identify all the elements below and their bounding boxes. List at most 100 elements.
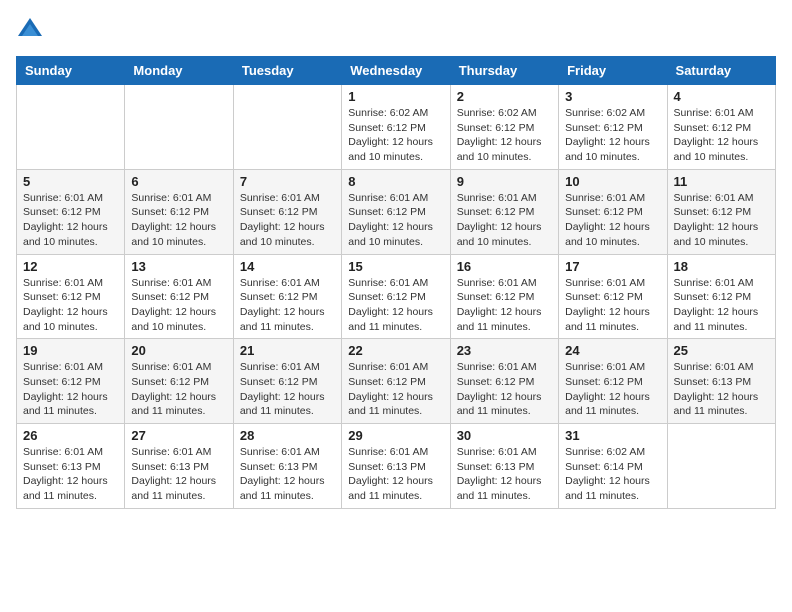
day-number: 5 (23, 174, 118, 189)
day-info: Sunrise: 6:01 AM Sunset: 6:12 PM Dayligh… (457, 191, 552, 250)
calendar-cell: 7Sunrise: 6:01 AM Sunset: 6:12 PM Daylig… (233, 169, 341, 254)
day-info: Sunrise: 6:01 AM Sunset: 6:12 PM Dayligh… (240, 191, 335, 250)
day-info: Sunrise: 6:01 AM Sunset: 6:13 PM Dayligh… (131, 445, 226, 504)
day-number: 29 (348, 428, 443, 443)
day-info: Sunrise: 6:01 AM Sunset: 6:13 PM Dayligh… (674, 360, 769, 419)
calendar-cell: 27 Sunrise: 6:01 AM Sunset: 6:13 PM Dayli… (125, 424, 233, 509)
weekday-header-sunday: Sunday (17, 57, 125, 85)
day-info: Sunrise: 6:01 AM Sunset: 6:13 PM Dayligh… (457, 445, 552, 504)
day-number: 6 (131, 174, 226, 189)
day-info: Sunrise: 6:02 AM Sunset: 6:14 PM Dayligh… (565, 445, 660, 504)
calendar-cell: 16 Sunrise: 6:01 AM Sunset: 6:12 PM Dayli… (450, 254, 558, 339)
calendar-cell: 23 Sunrise: 6:01 AM Sunset: 6:12 PM Dayli… (450, 339, 558, 424)
calendar-cell: 13 Sunrise: 6:01 AM Sunset: 6:12 PM Dayli… (125, 254, 233, 339)
week-row-5: 26 Sunrise: 6:01 AM Sunset: 6:13 PM Dayli… (17, 424, 776, 509)
day-number: 20 (131, 343, 226, 358)
day-info: Sunrise: 6:01 AM Sunset: 6:12 PM Dayligh… (240, 360, 335, 419)
day-number: 28 (240, 428, 335, 443)
calendar-cell: 8 Sunrise: 6:01 AM Sunset: 6:12 PM Daylig… (342, 169, 450, 254)
day-info: Sunrise: 6:01 AM Sunset: 6:12 PM Dayligh… (457, 276, 552, 335)
day-number: 11 (674, 174, 769, 189)
calendar-cell: 3 Sunrise: 6:02 AM Sunset: 6:12 PM Daylig… (559, 85, 667, 170)
calendar-cell: 6 Sunrise: 6:01 AM Sunset: 6:12 PM Daylig… (125, 169, 233, 254)
day-info: Sunrise: 6:01 AM Sunset: 6:12 PM Dayligh… (131, 191, 226, 250)
day-number: 1 (348, 89, 443, 104)
day-info: Sunrise: 6:01 AM Sunset: 6:12 PM Dayligh… (565, 191, 660, 250)
page-header (16, 16, 776, 46)
day-number: 24 (565, 343, 660, 358)
calendar-cell: 1 Sunrise: 6:02 AM Sunset: 6:12 PM Daylig… (342, 85, 450, 170)
day-info: Sunrise: 6:01 AM Sunset: 6:12 PM Dayligh… (348, 191, 443, 250)
day-info: Sunrise: 6:01 AM Sunset: 6:12 PM Dayligh… (131, 276, 226, 335)
day-info: Sunrise: 6:01 AM Sunset: 6:12 PM Dayligh… (565, 360, 660, 419)
calendar-cell (233, 85, 341, 170)
week-row-1: 1 Sunrise: 6:02 AM Sunset: 6:12 PM Daylig… (17, 85, 776, 170)
weekday-header-monday: Monday (125, 57, 233, 85)
calendar-cell: 22 Sunrise: 6:01 AM Sunset: 6:12 PM Dayli… (342, 339, 450, 424)
calendar-cell: 12 Sunrise: 6:01 AM Sunset: 6:12 PM Dayli… (17, 254, 125, 339)
day-number: 18 (674, 259, 769, 274)
day-number: 27 (131, 428, 226, 443)
calendar-cell: 9 Sunrise: 6:01 AM Sunset: 6:12 PM Daylig… (450, 169, 558, 254)
calendar-cell: 14 Sunrise: 6:01 AM Sunset: 6:12 PM Dayli… (233, 254, 341, 339)
calendar-cell: 26 Sunrise: 6:01 AM Sunset: 6:13 PM Dayli… (17, 424, 125, 509)
calendar-cell (17, 85, 125, 170)
calendar-cell: 24 Sunrise: 6:01 AM Sunset: 6:12 PM Dayli… (559, 339, 667, 424)
day-info: Sunrise: 6:01 AM Sunset: 6:12 PM Dayligh… (674, 106, 769, 165)
logo-icon (16, 16, 44, 44)
week-row-2: 5 Sunrise: 6:01 AM Sunset: 6:12 PM Daylig… (17, 169, 776, 254)
day-number: 3 (565, 89, 660, 104)
day-info: Sunrise: 6:01 AM Sunset: 6:12 PM Dayligh… (348, 360, 443, 419)
day-number: 2 (457, 89, 552, 104)
calendar-cell: 28 Sunrise: 6:01 AM Sunset: 6:13 PM Dayli… (233, 424, 341, 509)
calendar-cell: 29Sunrise: 6:01 AM Sunset: 6:13 PM Dayli… (342, 424, 450, 509)
day-number: 21 (240, 343, 335, 358)
day-number: 15 (348, 259, 443, 274)
day-info: Sunrise: 6:01 AM Sunset: 6:12 PM Dayligh… (674, 276, 769, 335)
day-number: 10 (565, 174, 660, 189)
day-number: 25 (674, 343, 769, 358)
day-info: Sunrise: 6:02 AM Sunset: 6:12 PM Dayligh… (457, 106, 552, 165)
day-number: 17 (565, 259, 660, 274)
calendar-cell: 2 Sunrise: 6:02 AM Sunset: 6:12 PM Daylig… (450, 85, 558, 170)
week-row-4: 19 Sunrise: 6:01 AM Sunset: 6:12 PM Dayli… (17, 339, 776, 424)
calendar-cell: 30 Sunrise: 6:01 AM Sunset: 6:13 PM Dayli… (450, 424, 558, 509)
day-info: Sunrise: 6:02 AM Sunset: 6:12 PM Dayligh… (348, 106, 443, 165)
day-info: Sunrise: 6:01 AM Sunset: 6:12 PM Dayligh… (23, 191, 118, 250)
day-number: 16 (457, 259, 552, 274)
week-row-3: 12 Sunrise: 6:01 AM Sunset: 6:12 PM Dayli… (17, 254, 776, 339)
day-number: 14 (240, 259, 335, 274)
day-info: Sunrise: 6:01 AM Sunset: 6:13 PM Dayligh… (23, 445, 118, 504)
day-info: Sunrise: 6:01 AM Sunset: 6:12 PM Dayligh… (674, 191, 769, 250)
day-info: Sunrise: 6:01 AM Sunset: 6:12 PM Dayligh… (23, 276, 118, 335)
calendar-cell (125, 85, 233, 170)
calendar-cell: 17 Sunrise: 6:01 AM Sunset: 6:12 PM Dayli… (559, 254, 667, 339)
calendar-cell: 15Sunrise: 6:01 AM Sunset: 6:12 PM Dayli… (342, 254, 450, 339)
day-info: Sunrise: 6:02 AM Sunset: 6:12 PM Dayligh… (565, 106, 660, 165)
day-number: 30 (457, 428, 552, 443)
weekday-header-friday: Friday (559, 57, 667, 85)
day-info: Sunrise: 6:01 AM Sunset: 6:12 PM Dayligh… (240, 276, 335, 335)
calendar-cell: 31 Sunrise: 6:02 AM Sunset: 6:14 PM Dayli… (559, 424, 667, 509)
logo (16, 16, 48, 46)
day-info: Sunrise: 6:01 AM Sunset: 6:12 PM Dayligh… (565, 276, 660, 335)
calendar-cell: 4Sunrise: 6:01 AM Sunset: 6:12 PM Daylig… (667, 85, 775, 170)
weekday-header-row: SundayMondayTuesdayWednesdayThursdayFrid… (17, 57, 776, 85)
day-number: 22 (348, 343, 443, 358)
day-number: 8 (348, 174, 443, 189)
day-number: 12 (23, 259, 118, 274)
weekday-header-saturday: Saturday (667, 57, 775, 85)
calendar-cell: 25 Sunrise: 6:01 AM Sunset: 6:13 PM Dayli… (667, 339, 775, 424)
day-number: 19 (23, 343, 118, 358)
day-info: Sunrise: 6:01 AM Sunset: 6:12 PM Dayligh… (23, 360, 118, 419)
day-number: 26 (23, 428, 118, 443)
calendar-cell (667, 424, 775, 509)
day-info: Sunrise: 6:01 AM Sunset: 6:13 PM Dayligh… (240, 445, 335, 504)
calendar-cell: 18 Sunrise: 6:01 AM Sunset: 6:12 PM Dayli… (667, 254, 775, 339)
day-number: 9 (457, 174, 552, 189)
day-info: Sunrise: 6:01 AM Sunset: 6:12 PM Dayligh… (457, 360, 552, 419)
day-number: 31 (565, 428, 660, 443)
day-number: 13 (131, 259, 226, 274)
calendar-table: SundayMondayTuesdayWednesdayThursdayFrid… (16, 56, 776, 509)
day-number: 23 (457, 343, 552, 358)
